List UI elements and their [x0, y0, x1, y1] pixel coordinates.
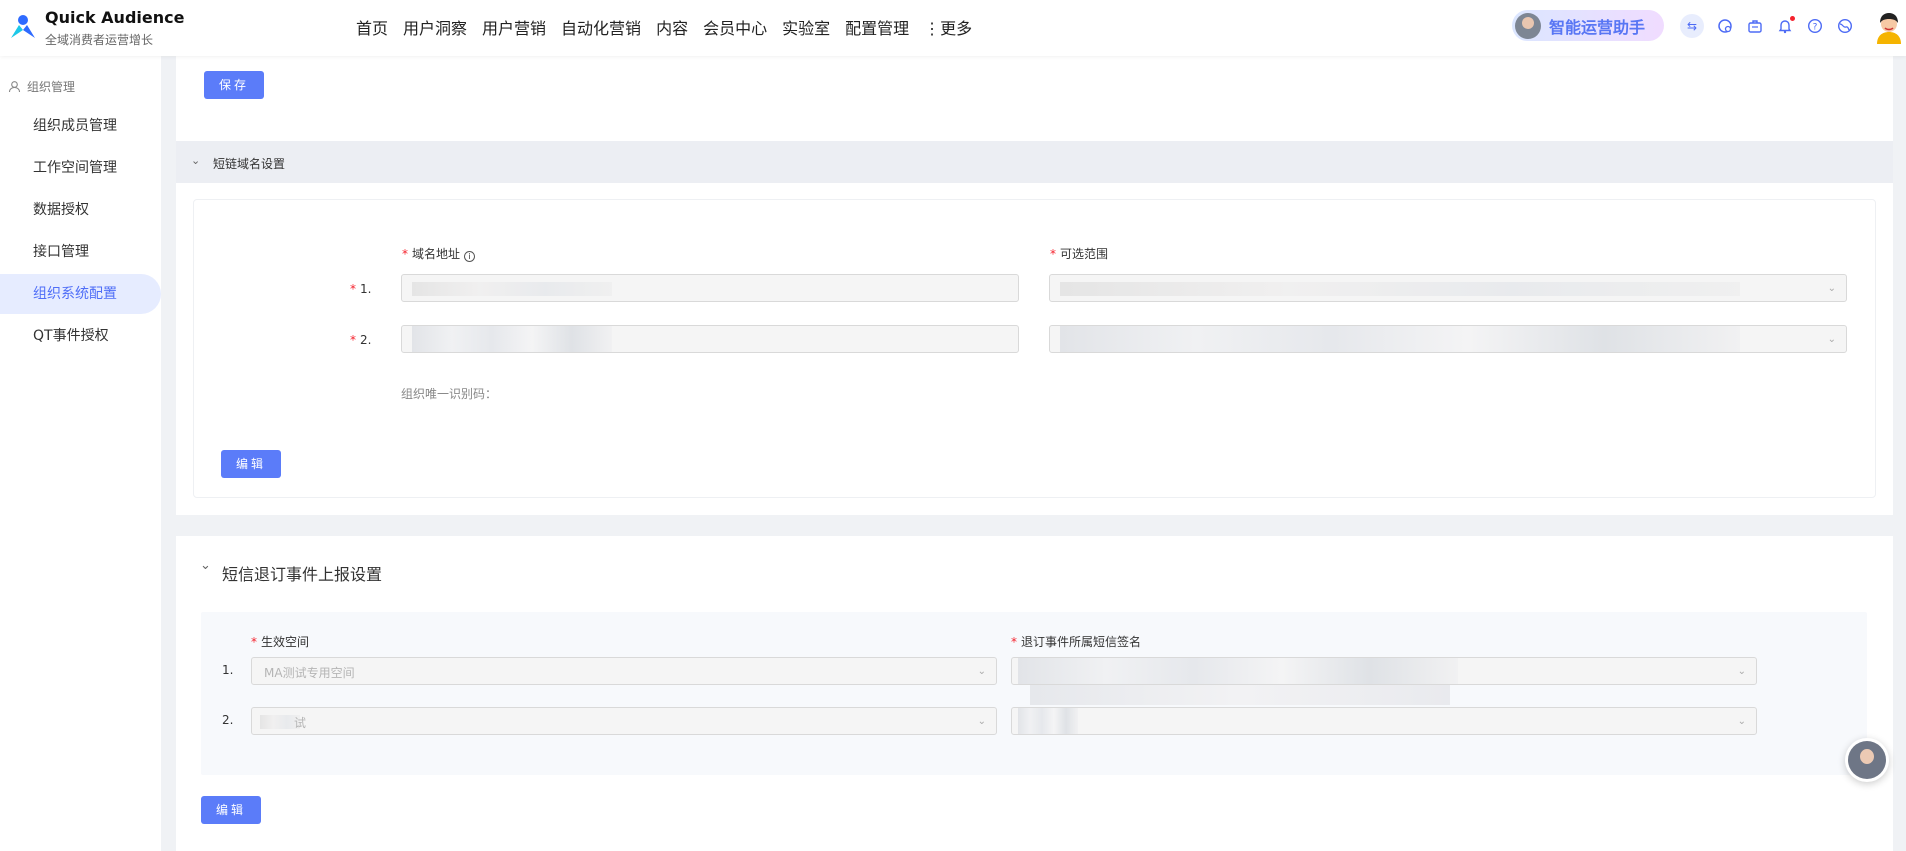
shortlink-section-title: 短链域名设置	[213, 157, 286, 171]
top-bar: Quick Audience 全域消费者运营增长 首页 用户洞察 用户营销 自动…	[0, 0, 1906, 56]
chevron-down-icon[interactable]: ⌄	[191, 154, 200, 167]
unsubscribe-edit-button[interactable]: 编辑	[201, 796, 261, 824]
sidebar-item-members[interactable]: 组织成员管理	[0, 106, 161, 146]
range-select-1[interactable]: ⌄	[1049, 274, 1847, 302]
org-id-label: 组织唯一识别码：	[401, 387, 498, 401]
sign-select-2[interactable]: ⌄	[1011, 707, 1757, 735]
redacted-text	[1018, 708, 1078, 734]
unsubscribe-section-title: 短信退订事件上报设置	[222, 565, 383, 584]
assistant-avatar	[1515, 12, 1541, 39]
brand-subtitle: 全域消费者运营增长	[45, 33, 154, 47]
redacted-text	[1060, 282, 1740, 296]
assistant-label: 智能运营助手	[1549, 17, 1646, 37]
domain-label: * 域名地址 i	[402, 245, 475, 262]
space-value-2: 试	[294, 716, 307, 730]
space-select-1[interactable]: MA测试专用空间 ⌄	[251, 657, 997, 685]
user-avatar[interactable]	[1874, 10, 1904, 44]
nav-member-center[interactable]: 会员中心	[703, 15, 767, 39]
nav-user-marketing[interactable]: 用户营销	[482, 15, 546, 39]
assistant-button[interactable]: 智能运营助手	[1512, 10, 1664, 41]
shortlink-edit-button[interactable]: 编辑	[221, 450, 281, 478]
redacted-text	[412, 282, 612, 296]
row-number-1: 1.	[222, 663, 234, 677]
nav-content[interactable]: 内容	[656, 15, 688, 39]
help-icon[interactable]: ?	[1805, 16, 1825, 36]
nav-home[interactable]: 首页	[356, 15, 388, 39]
chevron-down-icon: ⌄	[977, 716, 986, 727]
brand-name: Quick Audience	[45, 8, 185, 27]
domain-input-1[interactable]	[401, 274, 1019, 302]
chevron-down-icon: ⌄	[1737, 666, 1746, 677]
save-button[interactable]: 保存	[204, 71, 264, 99]
space-value-1: MA测试专用空间	[264, 666, 355, 680]
top-panel: 保存	[176, 56, 1893, 141]
briefcase-icon[interactable]	[1745, 16, 1765, 36]
nav-more[interactable]: ⋮更多	[924, 15, 972, 39]
row-number-2: * 2.	[350, 333, 372, 347]
info-icon[interactable]: i	[463, 251, 475, 262]
sidebar-item-data-auth[interactable]: 数据授权	[0, 190, 161, 230]
sidebar-item-api[interactable]: 接口管理	[0, 232, 161, 272]
assistant-avatar-icon	[1848, 741, 1886, 779]
nav-lab[interactable]: 实验室	[782, 15, 830, 39]
main-nav: 首页 用户洞察 用户营销 自动化营销 内容 会员中心 实验室 配置管理 ⋮更多	[356, 15, 972, 39]
sign-select-1[interactable]: ⌄	[1011, 657, 1757, 685]
sidebar-item-workspaces[interactable]: 工作空间管理	[0, 148, 161, 188]
sidebar-group-org: 组织管理	[8, 78, 75, 95]
space-label: * 生效空间	[251, 635, 310, 649]
nav-automation[interactable]: 自动化营销	[561, 15, 641, 39]
range-label: * 可选范围	[1050, 247, 1109, 261]
sidebar-item-qt-events[interactable]: QT事件授权	[0, 316, 161, 356]
notification-dot	[1790, 16, 1795, 21]
svg-text:?: ?	[1813, 23, 1818, 33]
shortlink-section-header[interactable]: ⌄ 短链域名设置	[176, 141, 1893, 183]
chevron-down-icon: ⌄	[977, 666, 986, 677]
quick-audience-logo[interactable]	[8, 12, 38, 42]
nav-user-insight[interactable]: 用户洞察	[403, 15, 467, 39]
globe-icon[interactable]	[1835, 16, 1855, 36]
sidebar: 组织管理 组织成员管理 工作空间管理 数据授权 接口管理 组织系统配置 QT事件…	[0, 56, 161, 851]
bell-icon[interactable]	[1775, 16, 1795, 36]
sidebar-group-label: 组织管理	[27, 80, 76, 94]
nav-config[interactable]: 配置管理	[845, 15, 909, 39]
swap-icon[interactable]: ⇆	[1680, 14, 1704, 38]
chevron-down-icon: ⌄	[1827, 283, 1836, 294]
chevron-down-icon: ⌄	[1737, 716, 1746, 727]
redacted-dropdown-overflow	[1030, 685, 1450, 705]
range-select-2[interactable]: ⌄	[1049, 325, 1847, 353]
redacted-text	[1018, 658, 1458, 684]
redacted-text	[412, 326, 612, 352]
chevron-down-icon[interactable]: ⌄	[200, 558, 211, 573]
floating-assistant-button[interactable]	[1845, 738, 1889, 782]
chevron-down-icon: ⌄	[1827, 334, 1836, 345]
sign-label: * 退订事件所属短信签名	[1011, 635, 1142, 649]
domain-input-2[interactable]	[401, 325, 1019, 353]
space-select-2[interactable]: 试 ⌄	[251, 707, 997, 735]
ai-icon[interactable]	[1715, 16, 1735, 36]
redacted-text	[1060, 326, 1740, 352]
row-number-1: * 1.	[350, 282, 372, 296]
org-icon	[8, 81, 21, 93]
sidebar-item-system-config[interactable]: 组织系统配置	[0, 274, 161, 314]
row-number-2: 2.	[222, 713, 234, 727]
